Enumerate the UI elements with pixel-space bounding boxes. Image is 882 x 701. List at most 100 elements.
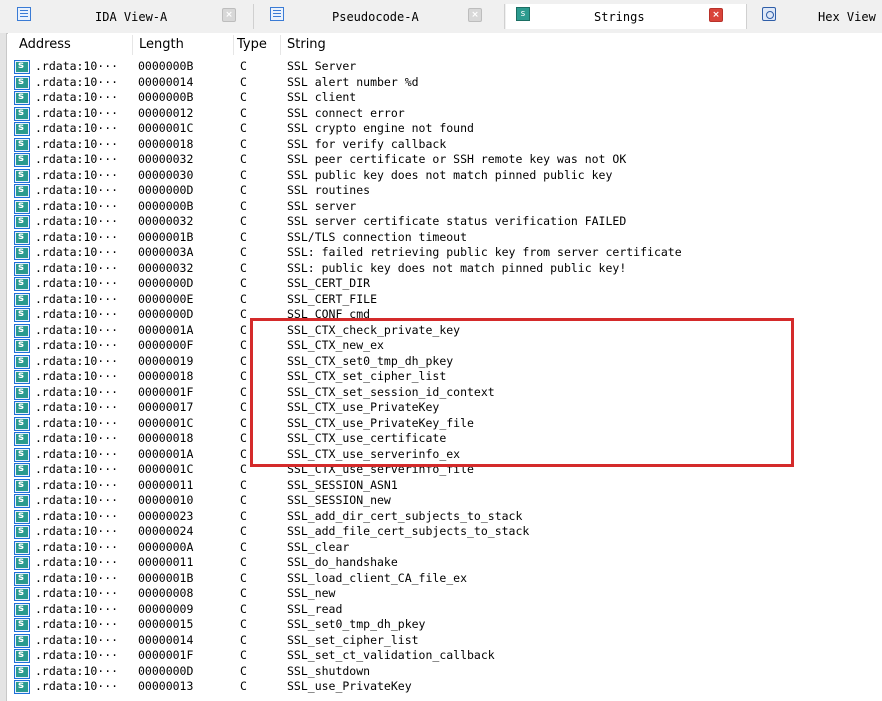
- cell-type: C: [240, 214, 247, 228]
- string-icon: [14, 353, 30, 369]
- table-row[interactable]: .rdata:10··· 00000032 C SSL server certific…: [8, 213, 882, 230]
- cell-string: SSL/TLS connection timeout: [287, 229, 468, 244]
- cell-type: C: [240, 229, 247, 244]
- tab-pseudocode-a[interactable]: Pseudocode-A ×: [260, 4, 505, 29]
- table-row[interactable]: .rdata:10··· 0000000D C SSL routines: [8, 182, 882, 199]
- cell-string: SSL_CTX_use_serverinfo_file: [287, 462, 474, 476]
- table-row[interactable]: .rdata:10··· 00000011 C SSL_do_handshake: [8, 554, 882, 571]
- cell-type: C: [240, 136, 247, 151]
- string-icon: [14, 430, 30, 446]
- table-row[interactable]: .rdata:10··· 00000015 C SSL_set0_tmp_dh_pke…: [8, 616, 882, 633]
- cell-address: .rdata:10···: [35, 198, 119, 213]
- table-row[interactable]: .rdata:10··· 0000001B C SSL_load_client_CA_…: [8, 570, 882, 587]
- table-row[interactable]: .rdata:10··· 00000014 C SSL_set_cipher_list: [8, 632, 882, 649]
- cell-address: .rdata:10···: [35, 508, 119, 523]
- left-splitter[interactable]: [0, 33, 7, 701]
- table-row[interactable]: .rdata:10··· 00000010 C SSL_SESSION_new: [8, 492, 882, 509]
- table-row[interactable]: .rdata:10··· 00000018 C SSL for verify call…: [8, 136, 882, 153]
- column-length[interactable]: Length: [139, 37, 184, 53]
- column-address[interactable]: Address: [19, 37, 71, 53]
- cell-type: C: [240, 446, 247, 461]
- cell-address: .rdata:10···: [35, 90, 119, 104]
- cell-length: 00000017: [138, 400, 194, 414]
- cell-type: C: [240, 384, 247, 399]
- cell-string: SSL: public key does not match pinned pu…: [287, 260, 627, 275]
- cell-length: 00000018: [138, 369, 194, 383]
- cell-type: C: [240, 338, 247, 352]
- table-row[interactable]: .rdata:10··· 0000000E C SSL_CERT_FILE: [8, 291, 882, 308]
- table-row[interactable]: .rdata:10··· 0000000B C SSL server: [8, 198, 882, 215]
- cell-length: 00000011: [138, 477, 194, 492]
- cell-type: C: [240, 555, 247, 569]
- table-row[interactable]: .rdata:10··· 00000018 C SSL_CTX_set_cipher_…: [8, 368, 882, 385]
- tab-hex-view[interactable]: Hex View: [752, 4, 882, 29]
- table-row[interactable]: .rdata:10··· 0000001C C SSL_CTX_use_serveri…: [8, 461, 882, 478]
- table-row[interactable]: .rdata:10··· 0000001F C SSL_set_ct_validati…: [8, 647, 882, 664]
- column-divider[interactable]: [233, 35, 234, 55]
- string-icon: [14, 306, 30, 322]
- cell-length: 00000009: [138, 601, 194, 616]
- table-row[interactable]: .rdata:10··· 0000003A C SSL: failed retriev…: [8, 244, 882, 261]
- cell-type: C: [240, 260, 247, 275]
- string-icon: [14, 616, 30, 632]
- table-row[interactable]: .rdata:10··· 0000001C C SSL_CTX_use_Private…: [8, 415, 882, 432]
- string-icon: [14, 492, 30, 508]
- tab-label: IDA View-A: [95, 10, 168, 24]
- table-row[interactable]: .rdata:10··· 0000000D C SSL_shutdown: [8, 663, 882, 680]
- cell-address: .rdata:10···: [35, 384, 119, 399]
- table-row[interactable]: .rdata:10··· 0000001A C SSL_CTX_check_priva…: [8, 322, 882, 339]
- cell-string: SSL server certificate status verificati…: [287, 214, 627, 228]
- table-row[interactable]: .rdata:10··· 0000000B C SSL client: [8, 89, 882, 106]
- table-row[interactable]: .rdata:10··· 0000001C C SSL crypto engine n…: [8, 120, 882, 137]
- tab-ida-view-a[interactable]: IDA View-A ×: [7, 4, 254, 29]
- table-row[interactable]: .rdata:10··· 00000009 C SSL_read: [8, 601, 882, 618]
- strings-window: IDA View-A × Pseudocode-A × s Strings × …: [0, 0, 882, 701]
- table-row[interactable]: .rdata:10··· 00000018 C SSL_CTX_use_certifi…: [8, 430, 882, 447]
- table-row[interactable]: .rdata:10··· 00000017 C SSL_CTX_use_Private…: [8, 399, 882, 416]
- string-icon: [14, 601, 30, 617]
- tab-label: Pseudocode-A: [332, 10, 419, 24]
- table-row[interactable]: .rdata:10··· 00000012 C SSL connect error: [8, 105, 882, 122]
- cell-length: 0000001C: [138, 462, 194, 476]
- cell-address: .rdata:10···: [35, 446, 119, 461]
- cell-type: C: [240, 431, 247, 445]
- table-row[interactable]: .rdata:10··· 00000030 C SSL public key does…: [8, 167, 882, 184]
- string-icon: [14, 198, 30, 214]
- table-row[interactable]: .rdata:10··· 0000001F C SSL_CTX_set_session…: [8, 384, 882, 401]
- column-type[interactable]: Type: [237, 37, 267, 53]
- string-icon: [14, 74, 30, 90]
- table-row[interactable]: .rdata:10··· 00000008 C SSL_new: [8, 585, 882, 602]
- close-icon[interactable]: ×: [709, 8, 723, 22]
- table-row[interactable]: .rdata:10··· 00000032 C SSL peer certificat…: [8, 151, 882, 168]
- table-row[interactable]: .rdata:10··· 0000000F C SSL_CTX_new_ex: [8, 337, 882, 354]
- column-string[interactable]: String: [287, 37, 326, 53]
- close-icon[interactable]: ×: [468, 8, 482, 22]
- column-divider[interactable]: [280, 35, 281, 55]
- table-row[interactable]: .rdata:10··· 00000032 C SSL: public key doe…: [8, 260, 882, 277]
- table-row[interactable]: .rdata:10··· 00000011 C SSL_SESSION_ASN1: [8, 477, 882, 494]
- string-icon: [14, 105, 30, 121]
- cell-length: 0000000B: [138, 198, 194, 213]
- cell-length: 00000014: [138, 632, 194, 647]
- table-row[interactable]: .rdata:10··· 0000000D C SSL_CONF_cmd: [8, 306, 882, 323]
- table-row[interactable]: .rdata:10··· 0000000A C SSL_clear: [8, 539, 882, 556]
- cell-type: C: [240, 586, 247, 600]
- table-row[interactable]: .rdata:10··· 00000023 C SSL_add_dir_cert_su…: [8, 508, 882, 525]
- cell-type: C: [240, 90, 247, 104]
- string-icon: [14, 647, 30, 663]
- table-row[interactable]: .rdata:10··· 0000001A C SSL_CTX_use_serveri…: [8, 446, 882, 463]
- cell-type: C: [240, 400, 247, 414]
- table-row[interactable]: .rdata:10··· 0000000D C SSL_CERT_DIR: [8, 275, 882, 292]
- table-row[interactable]: .rdata:10··· 0000001B C SSL/TLS connection …: [8, 229, 882, 246]
- close-icon[interactable]: ×: [222, 8, 236, 22]
- cell-address: .rdata:10···: [35, 493, 119, 507]
- tab-strings[interactable]: s Strings ×: [506, 4, 747, 29]
- table-row[interactable]: .rdata:10··· 00000019 C SSL_CTX_set0_tmp_dh…: [8, 353, 882, 370]
- column-divider[interactable]: [132, 35, 133, 55]
- cell-string: SSL: failed retrieving public key from s…: [287, 245, 682, 259]
- table-row[interactable]: .rdata:10··· 00000024 C SSL_add_file_cert_s…: [8, 523, 882, 540]
- string-icon: [14, 89, 30, 105]
- table-row[interactable]: .rdata:10··· 00000014 C SSL alert number %d: [8, 74, 882, 91]
- table-row[interactable]: .rdata:10··· 0000000B C SSL Server: [8, 58, 882, 75]
- table-row[interactable]: .rdata:10··· 00000013 C SSL_use_PrivateKey: [8, 678, 882, 695]
